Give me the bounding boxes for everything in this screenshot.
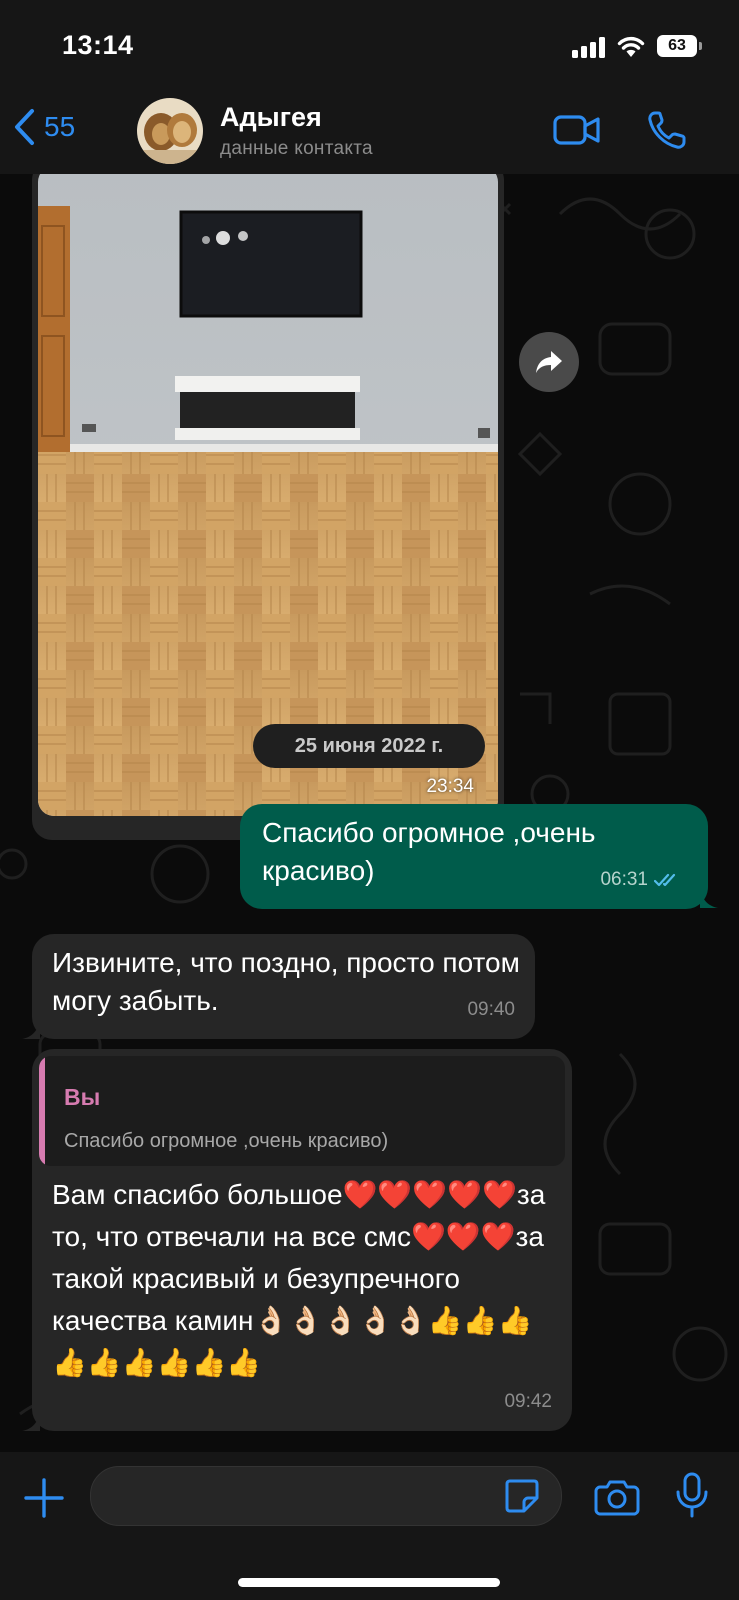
cellular-signal-icon: [572, 36, 606, 58]
status-time: 13:14: [62, 30, 134, 60]
contact-name[interactable]: Адыгея: [220, 102, 322, 133]
incoming-message[interactable]: Извините, что поздно, просто потом могу …: [32, 934, 535, 1039]
microphone-button[interactable]: [675, 1472, 709, 1518]
battery-icon: 63: [657, 35, 697, 57]
message-text: Вам спасибо большое❤️❤️❤️❤️❤️за то, что …: [52, 1179, 546, 1378]
quote-author: Вы: [64, 1084, 101, 1110]
contact-info-link[interactable]: данные контакта: [220, 138, 373, 160]
home-indicator[interactable]: [238, 1578, 500, 1587]
forward-button[interactable]: [519, 332, 579, 392]
wifi-icon: [617, 36, 645, 57]
message-time: 06:31: [600, 869, 648, 890]
battery-level: 63: [668, 37, 686, 54]
sticker-button[interactable]: [504, 1478, 540, 1514]
fireplace-photo[interactable]: [38, 174, 498, 816]
message-input-bar: [0, 1452, 739, 1600]
attach-button[interactable]: [22, 1476, 66, 1520]
double-check-read-icon: [654, 873, 676, 887]
bubble-tail: [22, 1019, 40, 1039]
date-separator: 25 июня 2022 г.: [253, 724, 485, 768]
incoming-reply-message[interactable]: Вы Спасибо огромное ,очень красиво) Вам …: [32, 1049, 572, 1431]
camera-button[interactable]: [594, 1478, 640, 1516]
outgoing-message[interactable]: Спасибо огромное ,очень красиво) 06:31: [240, 804, 708, 909]
message-time: 09:42: [504, 1391, 552, 1412]
contact-avatar[interactable]: [137, 98, 203, 164]
message-time: 09:40: [467, 999, 515, 1020]
chat-header: 55 Адыгея данные контакта: [0, 92, 739, 174]
battery-cap: [699, 42, 702, 50]
lion-avatar-image: [137, 98, 203, 164]
status-bar: 13:14 63: [0, 0, 739, 92]
message-meta: 06:31: [600, 861, 682, 899]
voice-call-button[interactable]: [646, 109, 688, 151]
chat-area[interactable]: 23:34 25 июня 2022 г. Спасибо огромное ,…: [0, 174, 739, 1452]
bubble-tail: [22, 1411, 40, 1431]
quote-text: Спасибо огромное ,очень красиво): [64, 1130, 389, 1152]
message-input[interactable]: [90, 1466, 562, 1526]
quoted-message[interactable]: Вы Спасибо огромное ,очень красиво): [39, 1056, 565, 1166]
forward-arrow-icon: [536, 351, 562, 373]
unread-chats-count: 55: [44, 111, 76, 142]
quote-bar: [39, 1056, 45, 1166]
message-text: Извините, что поздно, просто потом могу …: [52, 947, 520, 1016]
video-call-button[interactable]: [552, 112, 602, 148]
back-button[interactable]: 55: [12, 104, 108, 150]
chevron-left-icon: [15, 109, 34, 145]
bubble-tail: [700, 888, 718, 908]
message-time: 23:34: [426, 776, 474, 797]
